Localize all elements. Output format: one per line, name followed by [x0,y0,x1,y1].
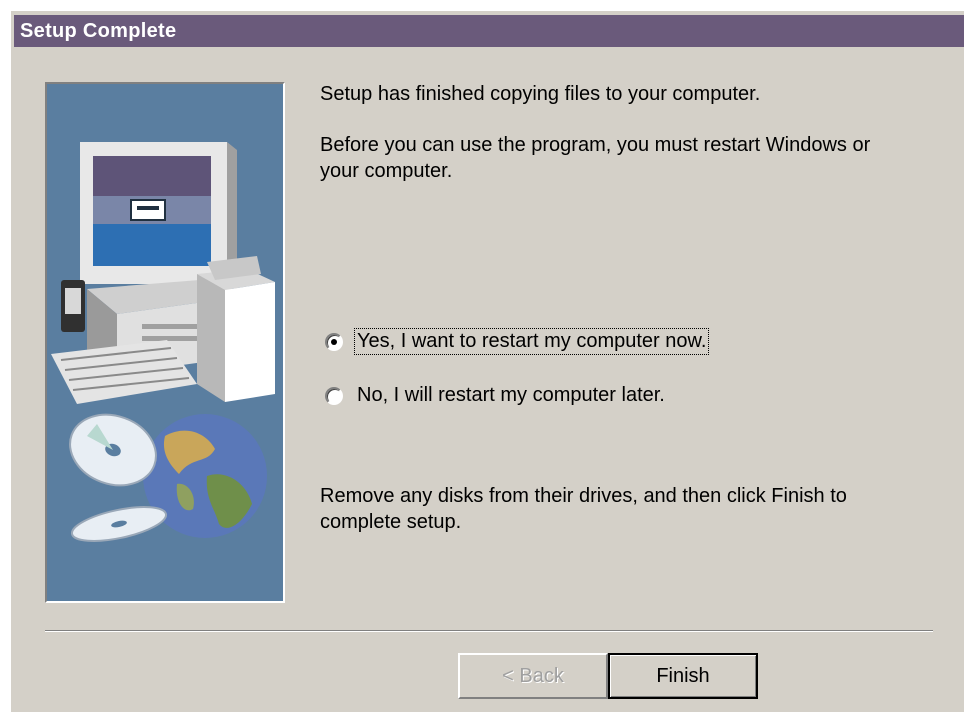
restart-info-line-2: your computer. [320,160,453,182]
restart-later-option[interactable]: No, I will restart my computer later. [325,383,667,408]
button-divider [45,630,933,632]
radio-selected-dot [331,338,337,345]
computer-cd-globe-illustration [51,142,275,542]
setup-dialog: Setup Complete Setup has finished copyin… [10,10,964,712]
back-button-label: < Back [502,664,564,687]
finish-button[interactable]: Finish [608,653,758,699]
copy-finished-text: Setup has finished copying files to your… [320,83,761,105]
monitor-screen-top [93,156,211,196]
title-bar: Setup Complete [14,15,964,47]
restart-now-label[interactable]: Yes, I want to restart my computer now. [353,328,710,355]
restart-now-radio[interactable] [325,332,343,351]
remove-disks-line-1: Remove any disks from their drives, and … [320,485,847,507]
back-button[interactable]: < Back [458,653,608,699]
restart-info-line-1: Before you can use the program, you must… [320,134,871,156]
setup-illustration [45,82,285,603]
restart-later-radio[interactable] [325,386,343,405]
restart-now-option[interactable]: Yes, I want to restart my computer now. [325,328,710,355]
remove-disks-line-2: complete setup. [320,511,462,533]
restart-later-label[interactable]: No, I will restart my computer later. [355,383,667,408]
finish-button-label: Finish [656,664,710,687]
window-title: Setup Complete [20,20,177,42]
